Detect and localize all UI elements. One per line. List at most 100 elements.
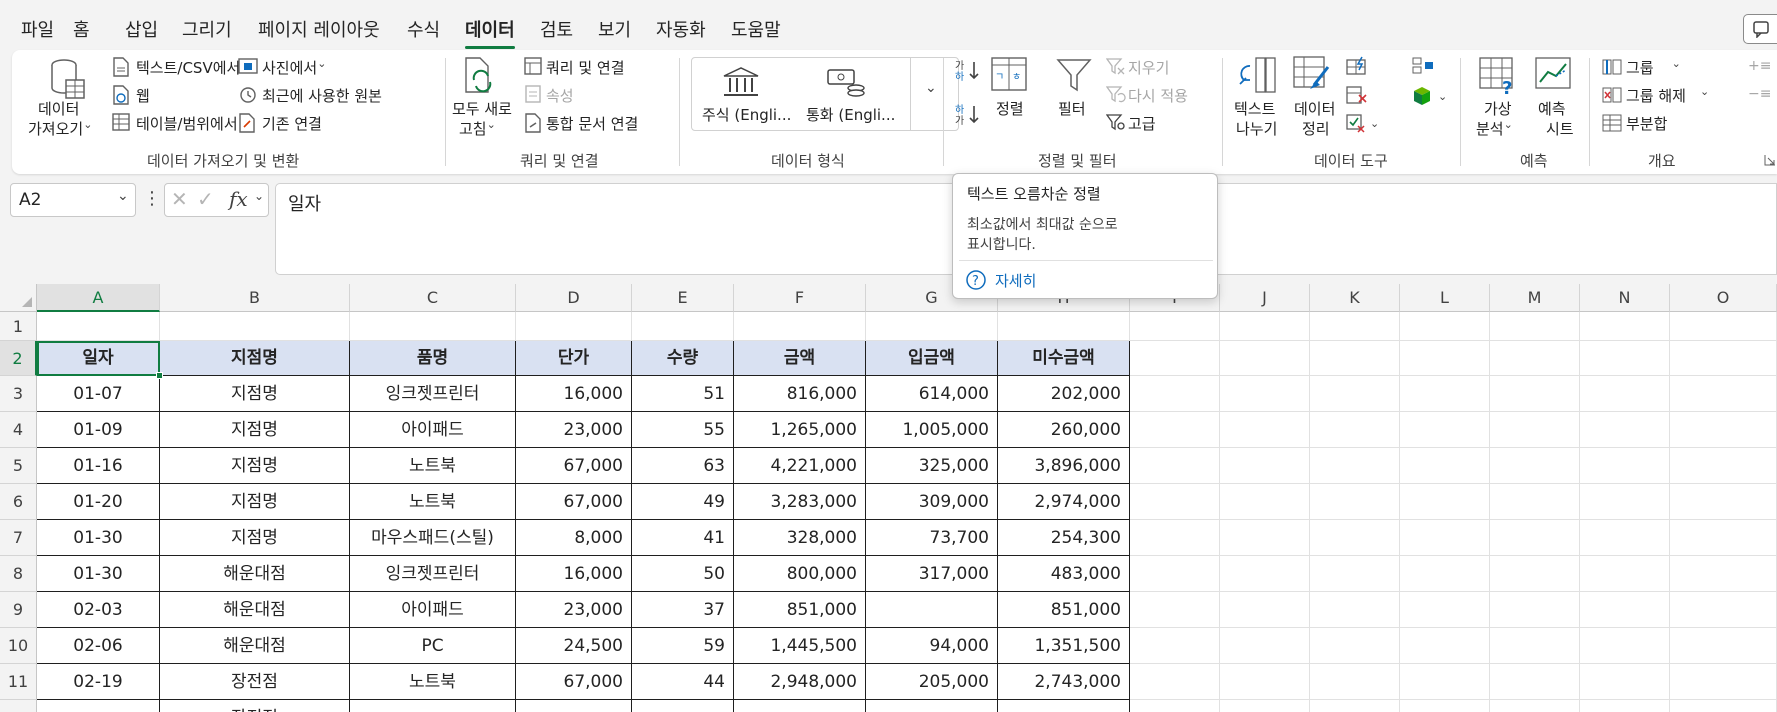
table-cell[interactable]: 지점명 bbox=[160, 448, 350, 484]
table-cell[interactable]: 3,283,000 bbox=[734, 484, 866, 520]
table-cell[interactable]: 16,000 bbox=[516, 376, 632, 412]
stocks-button[interactable]: 주식 (Engli... bbox=[692, 58, 792, 130]
table-cell-partial[interactable] bbox=[37, 700, 160, 712]
cell[interactable] bbox=[1580, 556, 1670, 592]
table-cell[interactable]: 지점명 bbox=[160, 412, 350, 448]
table-cell[interactable]: 01-16 bbox=[37, 448, 160, 484]
table-cell[interactable]: 8,000 bbox=[516, 520, 632, 556]
flash-fill-icon[interactable] bbox=[1346, 56, 1368, 76]
dialog-launcher-icon[interactable] bbox=[1764, 154, 1776, 166]
refresh-all-button[interactable]: 모두 새로 bbox=[452, 98, 512, 119]
cell[interactable] bbox=[1400, 628, 1490, 664]
cell[interactable] bbox=[998, 312, 1130, 341]
table-cell[interactable]: 1,445,500 bbox=[734, 628, 866, 664]
advanced-button[interactable]: 고급 bbox=[1128, 113, 1156, 134]
tab-insert[interactable]: 삽입 bbox=[125, 16, 158, 42]
cell[interactable] bbox=[1310, 628, 1400, 664]
tab-file[interactable]: 파일 bbox=[21, 16, 54, 42]
hide-detail-icon[interactable]: −≡ bbox=[1748, 86, 1770, 102]
cell[interactable] bbox=[1400, 376, 1490, 412]
recent-sources-button[interactable]: 최근에 사용한 원본 bbox=[262, 85, 382, 106]
cell[interactable] bbox=[1580, 592, 1670, 628]
table-cell[interactable]: 마우스패드(스틸) bbox=[350, 520, 516, 556]
table-cell[interactable]: 55 bbox=[632, 412, 734, 448]
table-cell[interactable]: 지점명 bbox=[160, 484, 350, 520]
cell[interactable] bbox=[1670, 700, 1777, 712]
table-cell[interactable]: 614,000 bbox=[866, 376, 998, 412]
table-cell[interactable]: 23,000 bbox=[516, 412, 632, 448]
table-cell[interactable]: 67,000 bbox=[516, 484, 632, 520]
cell[interactable] bbox=[1130, 556, 1220, 592]
queries-connections-button[interactable]: 쿼리 및 연결 bbox=[546, 57, 625, 78]
cell[interactable] bbox=[1580, 520, 1670, 556]
cell[interactable] bbox=[1400, 556, 1490, 592]
select-all-button[interactable] bbox=[0, 284, 37, 312]
data-types-gallery-expand[interactable]: ⌄ bbox=[910, 58, 958, 130]
cell[interactable] bbox=[1400, 592, 1490, 628]
table-cell[interactable] bbox=[866, 592, 998, 628]
cell[interactable] bbox=[1310, 341, 1400, 376]
show-detail-icon[interactable]: +≡ bbox=[1748, 58, 1770, 74]
cell[interactable] bbox=[1490, 700, 1580, 712]
column-header-e[interactable]: E bbox=[632, 284, 734, 312]
table-cell-partial[interactable]: 장전점 bbox=[160, 700, 350, 712]
table-cell[interactable]: 노트북 bbox=[350, 448, 516, 484]
get-data-dropdown[interactable]: 가져오기 ⌄ bbox=[28, 118, 92, 139]
cell[interactable] bbox=[1400, 412, 1490, 448]
column-header-n[interactable]: N bbox=[1580, 284, 1670, 312]
table-cell[interactable]: 24,500 bbox=[516, 628, 632, 664]
data-validation-icon[interactable]: ⌄ bbox=[1346, 113, 1380, 133]
cell[interactable] bbox=[1130, 376, 1220, 412]
cell[interactable] bbox=[1310, 592, 1400, 628]
cell[interactable] bbox=[1670, 376, 1777, 412]
column-header-m[interactable]: M bbox=[1490, 284, 1580, 312]
table-cell[interactable]: 해운대점 bbox=[160, 556, 350, 592]
table-cell[interactable]: 94,000 bbox=[866, 628, 998, 664]
cell[interactable] bbox=[1580, 312, 1670, 341]
cell[interactable] bbox=[1400, 341, 1490, 376]
cell[interactable] bbox=[1310, 484, 1400, 520]
group-button[interactable]: 그룹 ⌄ bbox=[1626, 57, 1681, 78]
row-header-8[interactable]: 8 bbox=[0, 556, 37, 592]
what-if-analysis-button[interactable]: 가상 bbox=[1484, 98, 1512, 119]
column-header-f[interactable]: F bbox=[734, 284, 866, 312]
table-cell[interactable]: 노트북 bbox=[350, 484, 516, 520]
table-cell[interactable]: 483,000 bbox=[998, 556, 1130, 592]
table-cell[interactable]: 49 bbox=[632, 484, 734, 520]
table-cell[interactable]: 73,700 bbox=[866, 520, 998, 556]
table-cell[interactable]: 01-07 bbox=[37, 376, 160, 412]
cell[interactable] bbox=[1310, 412, 1400, 448]
column-header-b[interactable]: B bbox=[160, 284, 350, 312]
cell[interactable] bbox=[1490, 520, 1580, 556]
active-cell[interactable]: 일자 bbox=[37, 341, 160, 376]
table-cell[interactable]: 260,000 bbox=[998, 412, 1130, 448]
table-cell[interactable]: 202,000 bbox=[998, 376, 1130, 412]
cell[interactable] bbox=[1400, 700, 1490, 712]
sort-descending-icon[interactable]: 하가 bbox=[954, 102, 980, 126]
cell[interactable] bbox=[1130, 700, 1220, 712]
table-cell[interactable]: 해운대점 bbox=[160, 628, 350, 664]
comments-button[interactable] bbox=[1743, 14, 1777, 44]
table-cell[interactable]: 2,948,000 bbox=[734, 664, 866, 700]
table-cell[interactable]: 309,000 bbox=[866, 484, 998, 520]
table-cell[interactable]: 328,000 bbox=[734, 520, 866, 556]
currencies-button[interactable]: 통화 (Engli... bbox=[796, 58, 906, 130]
cell[interactable] bbox=[1400, 312, 1490, 341]
more-options-icon[interactable]: ⋮ bbox=[143, 188, 161, 209]
cancel-icon[interactable]: ✕ bbox=[171, 187, 188, 211]
cell[interactable] bbox=[1220, 700, 1310, 712]
table-cell-partial[interactable] bbox=[734, 700, 866, 712]
what-if-dropdown[interactable]: 분석 ⌄ bbox=[1476, 118, 1513, 139]
cell[interactable] bbox=[1400, 520, 1490, 556]
row-header-6[interactable]: 6 bbox=[0, 484, 37, 520]
cell[interactable] bbox=[1490, 664, 1580, 700]
table-cell[interactable]: 37 bbox=[632, 592, 734, 628]
cell[interactable] bbox=[1310, 448, 1400, 484]
cell[interactable] bbox=[1400, 448, 1490, 484]
cell[interactable] bbox=[1490, 412, 1580, 448]
row-header-1[interactable]: 1 bbox=[0, 312, 37, 341]
cell[interactable] bbox=[1130, 628, 1220, 664]
table-cell[interactable]: 01-30 bbox=[37, 556, 160, 592]
cell[interactable] bbox=[1130, 664, 1220, 700]
cell[interactable] bbox=[1580, 664, 1670, 700]
